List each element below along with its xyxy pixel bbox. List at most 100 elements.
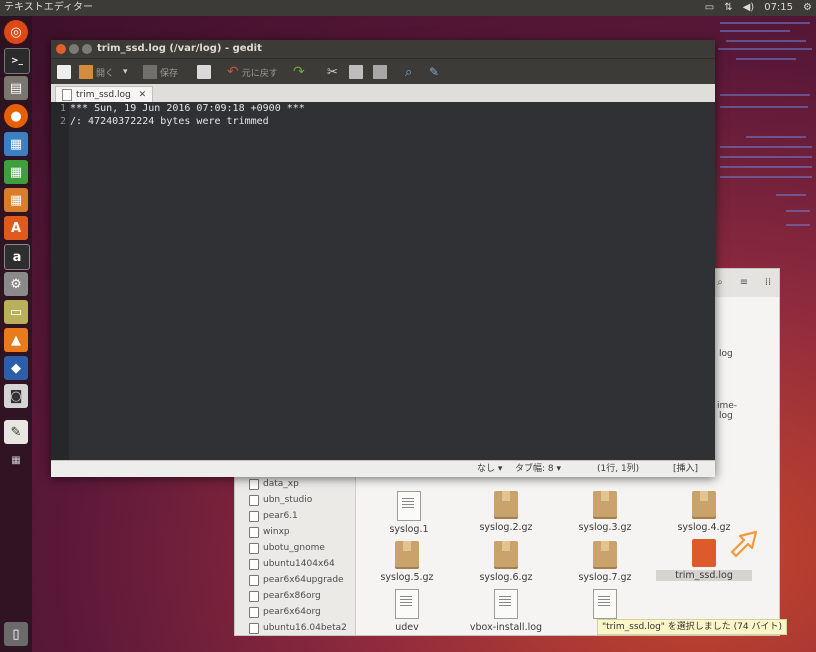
drive-icon — [249, 510, 259, 522]
writer-icon[interactable]: ▦ — [4, 132, 28, 156]
settings-icon[interactable]: ⚙ — [4, 272, 28, 296]
text-file-icon — [397, 491, 421, 521]
sidebar-item[interactable]: ubuntu1404x64 — [249, 557, 335, 571]
toolbar: 開く ▾ 保存 ↶ 元に戻す ↷ ✂ ⌕ ✎ — [51, 58, 715, 85]
gear-icon[interactable]: ⚙ — [803, 0, 812, 16]
sidebar-item[interactable]: data_xp — [249, 477, 299, 491]
keyboard-icon[interactable]: ▭ — [705, 0, 714, 16]
files-icon[interactable]: ▤ — [4, 76, 28, 100]
firefox-icon[interactable]: ● — [4, 104, 28, 128]
close-icon[interactable] — [56, 44, 66, 54]
undo-icon: ↶ — [227, 64, 239, 80]
sidebar-item[interactable]: pear6x64org — [249, 605, 321, 619]
file-item[interactable]: syslog.3.gz — [557, 491, 653, 535]
archive-icon — [593, 541, 617, 569]
open-button[interactable]: 開く — [79, 63, 114, 81]
new-document-button[interactable] — [57, 63, 71, 81]
amazon-icon[interactable]: a — [4, 244, 30, 270]
partial-file-label: ime- — [717, 401, 738, 411]
drive-icon — [249, 622, 259, 634]
find-button[interactable]: ⌕ — [405, 63, 412, 81]
statusbar: なし ▾ タブ幅: 8 ▾ (1行, 1列) [挿入] — [51, 460, 715, 477]
file-item[interactable]: syslog.7.gz — [557, 541, 653, 585]
document-tabbar: trim_ssd.log ✕ — [51, 84, 715, 103]
file-item[interactable]: udev — [359, 589, 455, 633]
sidebar-item[interactable]: pear6x64upgrade — [249, 573, 344, 587]
cut-icon: ✂ — [327, 64, 338, 80]
line-number: 2 — [59, 116, 66, 127]
code-line: /: 47240372224 bytes were trimmed — [70, 116, 269, 127]
syntax-selector[interactable]: なし ▾ — [477, 461, 502, 477]
virtualbox-icon[interactable]: ◆ — [4, 356, 28, 380]
save-button[interactable]: 保存 — [143, 63, 178, 81]
sidebar-item[interactable]: ubn_studio — [249, 493, 312, 507]
paste-icon — [373, 65, 387, 79]
camera-icon[interactable]: ◙ — [4, 384, 28, 408]
partial-file-label: log — [719, 411, 733, 421]
volume-icon[interactable]: ◀) — [743, 0, 755, 16]
minimize-icon[interactable] — [69, 44, 79, 54]
archive-icon — [593, 491, 617, 519]
status-tooltip: "trim_ssd.log" を選択しました (74 バイト) — [597, 619, 788, 635]
impress-icon[interactable]: ▦ — [4, 188, 28, 212]
maximize-icon[interactable] — [82, 44, 92, 54]
text-file-icon — [494, 589, 518, 619]
drive-icon — [249, 526, 259, 538]
insert-mode: [挿入] — [673, 464, 699, 474]
workspace-icon[interactable]: ▦ — [4, 448, 28, 472]
grid-view-icon[interactable]: ⁞⁞ — [759, 275, 777, 291]
undo-button[interactable]: ↶ 元に戻す — [227, 63, 278, 81]
menu-icon[interactable]: ≡ — [735, 275, 753, 291]
tab-close-icon[interactable]: ✕ — [139, 90, 147, 100]
print-button[interactable] — [197, 63, 211, 81]
open-dropdown-button[interactable]: ▾ — [123, 63, 128, 81]
cut-button[interactable]: ✂ — [327, 63, 338, 81]
text-editor-area[interactable]: 1 2 *** Sun, 19 Jun 2016 07:09:18 +0900 … — [51, 102, 715, 460]
clock[interactable]: 07:15 — [764, 0, 793, 16]
terminal-icon[interactable]: >_ — [4, 48, 30, 74]
redo-button[interactable]: ↷ — [293, 63, 305, 81]
active-app-title: テキストエディター — [4, 2, 93, 13]
drive-icon — [249, 606, 259, 618]
partial-file-label: log — [719, 349, 733, 359]
tab-trim-ssd-log[interactable]: trim_ssd.log ✕ — [55, 86, 154, 103]
text-file-icon — [593, 589, 617, 619]
dash-home-icon[interactable]: ◎ — [4, 20, 28, 44]
file-item[interactable]: vbox-install.log — [458, 589, 554, 633]
cursor-position: (1行, 1列) — [597, 464, 640, 474]
top-panel: テキストエディター ▭ ⇅ ◀) 07:15 ⚙ — [0, 0, 816, 16]
file-item[interactable]: syslog.5.gz — [359, 541, 455, 585]
tab-width-selector[interactable]: タブ幅: 8 ▾ — [515, 461, 561, 477]
redo-icon: ↷ — [293, 64, 305, 80]
software-center-icon[interactable]: A — [4, 216, 28, 240]
file-item[interactable]: syslog.6.gz — [458, 541, 554, 585]
file-manager-sidebar: data_xp ubn_studio pear6.1 winxp ubotu_g… — [235, 475, 356, 635]
replace-button[interactable]: ✎ — [429, 63, 439, 81]
folder-open-icon — [79, 65, 93, 79]
vlc-icon[interactable]: ▲ — [4, 328, 28, 352]
text-editor-icon[interactable]: ✎ — [4, 420, 28, 444]
archive-icon — [395, 541, 419, 569]
trash-icon[interactable]: ▯ — [4, 622, 28, 646]
copy-button[interactable] — [349, 63, 363, 81]
sidebar-item[interactable]: winxp — [249, 525, 290, 539]
calc-icon[interactable]: ▦ — [4, 160, 28, 184]
sidebar-item[interactable]: pear6x86org — [249, 589, 321, 603]
archive-icon — [692, 491, 716, 519]
network-icon[interactable]: ⇅ — [724, 0, 732, 16]
sidebar-item[interactable]: ubuntu16.04beta2 — [249, 621, 347, 635]
file-item[interactable]: syslog.2.gz — [458, 491, 554, 535]
paste-button[interactable] — [373, 63, 387, 81]
drive-icon[interactable]: ▭ — [4, 300, 28, 324]
new-file-icon — [57, 65, 71, 79]
text-file-icon — [395, 589, 419, 619]
gedit-window: trim_ssd.log (/var/log) - gedit 開く ▾ 保存 … — [51, 40, 715, 477]
search-icon: ⌕ — [405, 64, 413, 80]
pointer-arrow-icon — [730, 530, 758, 558]
sidebar-item[interactable]: ubotu_gnome — [249, 541, 325, 555]
copy-icon — [349, 65, 363, 79]
drive-icon — [249, 574, 259, 586]
drive-icon — [249, 542, 259, 554]
sidebar-item[interactable]: pear6.1 — [249, 509, 298, 523]
file-item[interactable]: syslog.1 — [361, 491, 457, 535]
